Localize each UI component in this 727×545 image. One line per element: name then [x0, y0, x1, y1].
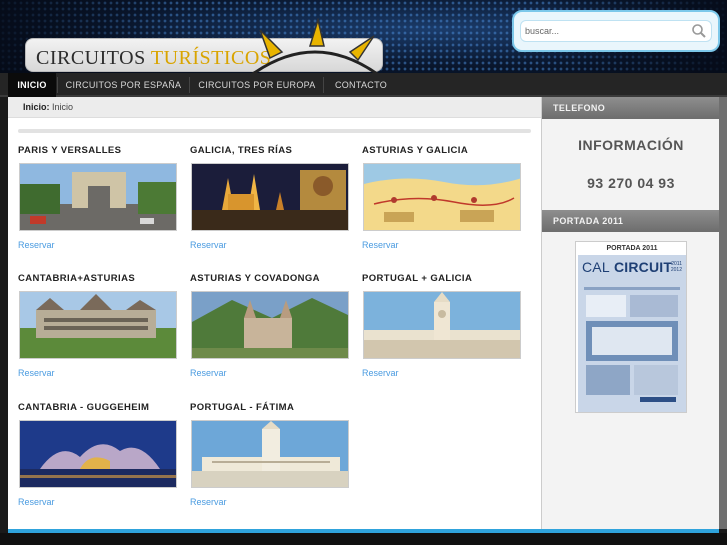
search-input[interactable] — [525, 23, 685, 39]
nav-item-circuitos-europa[interactable]: CIRCUITOS POR EUROPA — [192, 73, 322, 97]
tour-image-covadonga[interactable] — [191, 291, 349, 359]
reservar-link[interactable]: Reservar — [190, 240, 227, 250]
reservar-link[interactable]: Reservar — [362, 368, 399, 378]
tour-title: PARIS Y VERSALLES — [18, 145, 122, 156]
main-content: Inicio: Inicio PARIS Y VERSALLES Reserva… — [8, 97, 541, 529]
reservar-link[interactable]: Reservar — [18, 368, 55, 378]
nav-item-inicio[interactable]: INICIO — [8, 73, 56, 97]
info-label: INFORMACIÓN — [578, 137, 684, 153]
reservar-link[interactable]: Reservar — [18, 240, 55, 250]
divider — [18, 129, 531, 133]
catalog-photos — [584, 287, 680, 402]
logo-text: CIRCUITOS TURÍSTICOS — [36, 47, 272, 69]
tour-image-asturias-map[interactable] — [363, 163, 521, 231]
footer — [0, 533, 727, 545]
tour-image-fatima[interactable] — [191, 420, 349, 488]
reservar-link[interactable]: Reservar — [18, 497, 55, 507]
tour-title: GALICIA, TRES RÍAS — [190, 145, 293, 156]
search-box — [512, 10, 720, 52]
tour-title: PORTUGAL + GALICIA — [362, 273, 473, 284]
tour-title: CANTABRIA+ASTURIAS — [18, 273, 136, 284]
reservar-link[interactable]: Reservar — [190, 497, 227, 507]
sidebar-header-portada: PORTADA 2011 — [542, 210, 720, 232]
sun-rays-icon — [251, 18, 379, 73]
main-nav: INICIO CIRCUITOS POR ESPAÑA CIRCUITOS PO… — [0, 73, 727, 97]
magnifier-icon[interactable] — [691, 23, 707, 39]
nav-item-circuitos-espana[interactable]: CIRCUITOS POR ESPAÑA — [60, 73, 187, 97]
tour-title: ASTURIAS Y GALICIA — [362, 145, 469, 156]
reservar-link[interactable]: Reservar — [190, 368, 227, 378]
tour-image-cantabria[interactable] — [19, 291, 177, 359]
tour-title: CANTABRIA - GUGGEHEIM — [18, 402, 150, 413]
sidebar: TELEFONO INFORMACIÓN 93 270 04 93 PORTAD… — [541, 97, 720, 529]
sidebar-header-telefono: TELEFONO — [542, 97, 720, 119]
tour-image-guggenheim[interactable] — [19, 420, 177, 488]
tour-image-galicia[interactable] — [191, 163, 349, 231]
tour-image-portugal[interactable] — [363, 291, 521, 359]
nav-item-contacto[interactable]: CONTACTO — [326, 73, 396, 97]
reservar-link[interactable]: Reservar — [362, 240, 399, 250]
phone-number: 93 270 04 93 — [587, 175, 675, 191]
tour-title: PORTUGAL - FÁTIMA — [190, 402, 295, 413]
tour-image-paris[interactable] — [19, 163, 177, 231]
tour-title: ASTURIAS Y COVADONGA — [190, 273, 320, 284]
catalog-cover-image[interactable]: PORTADA 2011 CAL CIRCUIT 2011 2012 — [575, 241, 687, 413]
breadcrumb: Inicio: Inicio — [8, 97, 541, 118]
site-header: CIRCUITOS TURÍSTICOS — [0, 0, 727, 73]
